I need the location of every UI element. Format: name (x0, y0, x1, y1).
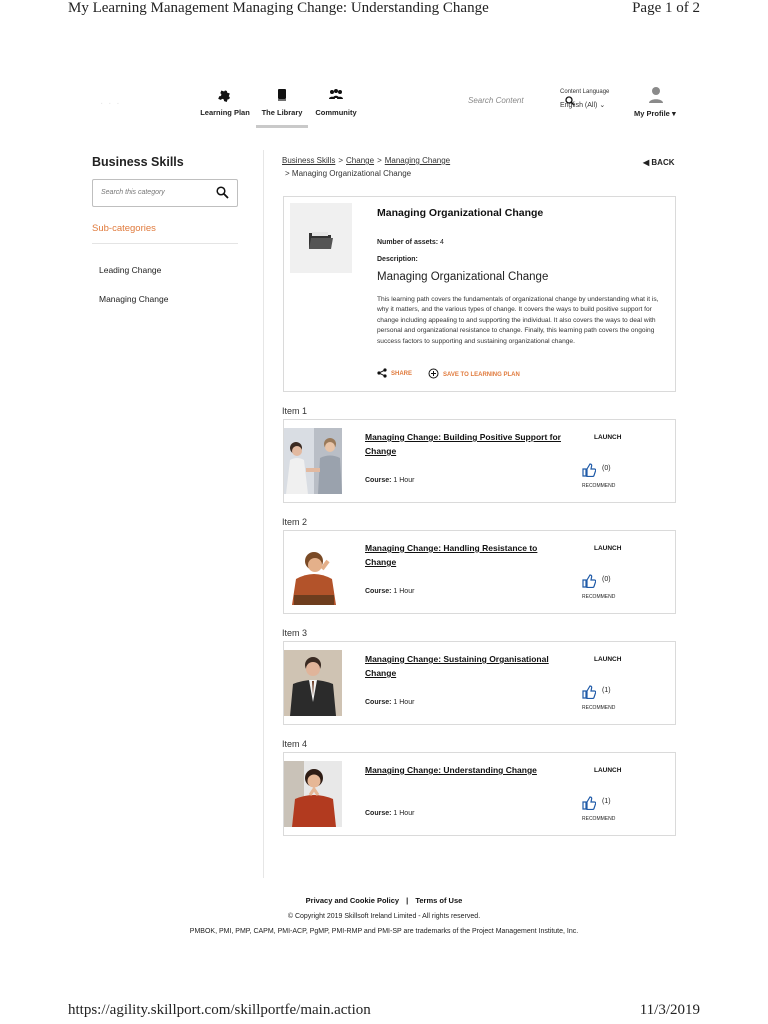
launch-button[interactable]: LAUNCH (594, 545, 621, 552)
content-language-select[interactable]: English (All) ⌄ (560, 101, 605, 109)
launch-button[interactable]: LAUNCH (594, 656, 621, 663)
item-label: Item 4 (282, 739, 308, 749)
terms-of-use-link[interactable]: Terms of Use (415, 896, 462, 905)
recommend-label[interactable]: RECOMMEND (582, 816, 615, 822)
vertical-divider (263, 150, 264, 878)
nav-learning-plan[interactable]: Learning Plan (198, 84, 252, 128)
recommend-label[interactable]: RECOMMEND (582, 594, 615, 600)
course-thumbnail (284, 650, 342, 716)
subcategory-leading-change[interactable]: Leading Change (99, 265, 161, 275)
nav-label: The Library (261, 108, 303, 117)
breadcrumb: Business Skills > Change > Managing Change (282, 156, 451, 165)
breadcrumb-link[interactable]: Change (346, 156, 374, 165)
course-title-link[interactable]: Managing Change: Handling Resistance to … (365, 541, 565, 569)
my-profile-menu[interactable]: My Profile ▾ (634, 109, 676, 118)
course-duration: Course: 1 Hour (365, 477, 415, 484)
learning-path-card: Managing Organizational Change Number of… (283, 196, 676, 392)
print-header: My Learning Management Managing Change: … (0, 0, 768, 22)
print-date: 11/3/2019 (639, 1002, 700, 1018)
thumbs-up-icon[interactable] (582, 574, 597, 593)
logo[interactable]: · · · (100, 98, 126, 116)
subcategory-managing-change[interactable]: Managing Change (99, 294, 168, 304)
course-item: Managing Change: Handling Resistance to … (283, 530, 676, 614)
recommend-count: (1) (602, 687, 611, 694)
course-title-link[interactable]: Managing Change: Sustaining Organisation… (365, 652, 565, 680)
course-thumbnail (284, 539, 342, 605)
folder-icon (309, 232, 333, 249)
privacy-policy-link[interactable]: Privacy and Cookie Policy (306, 896, 399, 905)
category-search-input[interactable]: Search this category (92, 179, 238, 207)
launch-button[interactable]: LAUNCH (594, 434, 621, 441)
category-title: Business Skills (92, 155, 184, 169)
people-icon (312, 88, 360, 102)
thumbs-up-icon[interactable] (582, 796, 597, 815)
search-placeholder: Search this category (101, 189, 165, 196)
print-footer: https://agility.skillport.com/skillportf… (0, 1002, 768, 1024)
subcategories-heading: Sub-categories (92, 223, 156, 234)
active-tab-indicator (256, 125, 308, 128)
item-label: Item 1 (282, 406, 308, 416)
learning-path-title: Managing Organizational Change (377, 207, 544, 219)
description-text: This learning path covers the fundamenta… (377, 296, 659, 345)
breadcrumb-link[interactable]: Managing Change (385, 156, 450, 165)
print-url: https://agility.skillport.com/skillportf… (68, 1002, 371, 1018)
back-button[interactable]: ◀ BACK (643, 158, 675, 167)
add-circle-icon (428, 368, 439, 379)
learning-path-thumbnail (290, 203, 352, 273)
course-duration: Course: 1 Hour (365, 810, 415, 817)
user-icon[interactable] (648, 86, 664, 109)
recommend-count: (1) (602, 798, 611, 805)
trademark-text: PMBOK, PMI, PMP, CAPM, PMI-ACP, PgMP, PM… (189, 928, 579, 935)
item-label: Item 2 (282, 517, 308, 527)
recommend-label[interactable]: RECOMMEND (582, 483, 615, 489)
course-title-link[interactable]: Managing Change: Building Positive Suppo… (365, 430, 565, 458)
description-label: Description: (377, 256, 418, 263)
course-item: Managing Change: Sustaining Organisation… (283, 641, 676, 725)
course-duration: Course: 1 Hour (365, 588, 415, 595)
description-heading: Managing Organizational Change (377, 271, 549, 283)
book-icon (258, 88, 306, 102)
save-to-learning-plan-button[interactable]: SAVE TO LEARNING PLAN (428, 368, 520, 379)
search-content-input[interactable]: Search Content (468, 96, 524, 105)
nav-label: Community (315, 108, 357, 117)
copyright-text: © Copyright 2019 Skillsoft Ireland Limit… (287, 913, 481, 920)
course-title-link[interactable]: Managing Change: Understanding Change (365, 763, 565, 777)
footer-separator: | (406, 896, 409, 905)
share-button[interactable]: SHARE (377, 368, 412, 378)
footer-links: Privacy and Cookie Policy | Terms of Use (0, 896, 768, 905)
thumbs-up-icon[interactable] (582, 463, 597, 482)
course-thumbnail (284, 761, 342, 827)
top-nav: · · · Learning Plan The Library Communit… (0, 84, 768, 134)
page-number: Page 1 of 2 (632, 0, 700, 16)
course-duration: Course: 1 Hour (365, 699, 415, 706)
breadcrumb-current: > Managing Organizational Change (285, 169, 412, 178)
item-label: Item 3 (282, 628, 308, 638)
thumbs-up-icon[interactable] (582, 685, 597, 704)
puzzle-icon (198, 88, 252, 103)
assets-count: Number of assets: 4 (377, 239, 444, 246)
divider (92, 243, 238, 244)
search-icon[interactable] (216, 186, 229, 204)
share-icon (377, 368, 387, 378)
print-title: My Learning Management Managing Change: … (68, 0, 489, 16)
course-thumbnail (284, 428, 342, 494)
breadcrumb-link[interactable]: Business Skills (282, 156, 335, 165)
caret-down-icon: ▾ (671, 109, 676, 118)
course-item: Managing Change: Building Positive Suppo… (283, 419, 676, 503)
nav-the-library[interactable]: The Library (258, 84, 306, 128)
back-arrow-icon: ◀ (643, 158, 650, 167)
course-item: Managing Change: Understanding Change Co… (283, 752, 676, 836)
chevron-down-icon: ⌄ (599, 102, 606, 109)
recommend-count: (0) (602, 465, 611, 472)
launch-button[interactable]: LAUNCH (594, 767, 621, 774)
nav-community[interactable]: Community (312, 84, 360, 128)
recommend-count: (0) (602, 576, 611, 583)
recommend-label[interactable]: RECOMMEND (582, 705, 615, 711)
nav-label: Learning Plan (200, 108, 250, 117)
